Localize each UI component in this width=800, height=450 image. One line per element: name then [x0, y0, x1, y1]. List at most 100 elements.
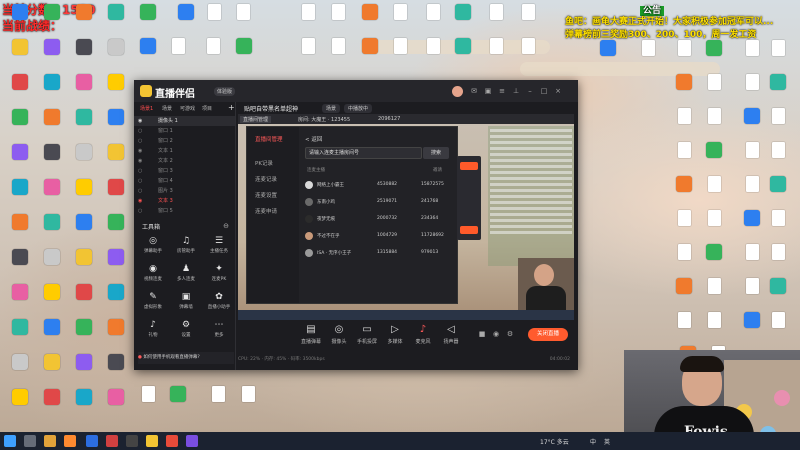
layer-item[interactable]: ○ 窗口 2 — [134, 136, 235, 146]
desktop-icon[interactable] — [758, 176, 798, 210]
layer-item[interactable]: ◉ 文本 2 — [134, 156, 235, 166]
control-button[interactable]: ◁ 扬声器 — [434, 324, 468, 345]
room-manage-tab[interactable]: 直播间管理 — [240, 116, 272, 123]
desktop-icon[interactable] — [96, 249, 136, 283]
desktop-icon[interactable] — [694, 142, 734, 176]
app-icon[interactable] — [126, 435, 138, 447]
visibility-icon[interactable]: ◉ — [138, 196, 142, 206]
pk-side-record[interactable]: PK记录 — [255, 159, 273, 167]
ime-indicator[interactable]: 中 — [590, 437, 596, 446]
layer-item[interactable]: ○ 窗口 4 — [134, 176, 235, 186]
gift-icon[interactable]: ▣ — [484, 87, 492, 95]
tool-button[interactable]: ♟ 多人连麦 — [171, 264, 201, 286]
desktop-icon[interactable] — [223, 4, 263, 38]
visibility-icon[interactable]: ○ — [138, 176, 142, 186]
app-icon[interactable] — [64, 435, 76, 447]
desktop-icon[interactable] — [758, 278, 798, 312]
pk-side-link-record[interactable]: 连麦记录 — [255, 175, 277, 183]
start-icon[interactable] — [4, 435, 16, 447]
tab-project[interactable]: 项目 — [202, 105, 212, 112]
streamer-app-window[interactable]: 直播伴侣 体验版 ✉ ▣ ≡ ⊥ – □ × 场景1 场景 可游戏 项目 + 贴… — [134, 80, 578, 370]
visibility-icon[interactable]: ○ — [138, 206, 142, 216]
tab-scene-1[interactable]: 场景1 — [140, 105, 153, 112]
desktop-icon[interactable] — [694, 210, 734, 244]
side-popup[interactable] — [457, 156, 481, 240]
desktop-icon[interactable] — [96, 214, 136, 248]
pk-panel[interactable]: 直播间管理 PK记录 连麦记录 连麦设置 连麦申请 < 返回 请输入连麦主播房间… — [246, 126, 458, 304]
desktop-icon[interactable] — [694, 74, 734, 108]
layer-item[interactable]: ○ 窗口 5 — [134, 206, 235, 216]
pin-icon[interactable]: ⊥ — [512, 87, 520, 95]
tool-button[interactable]: ♪ 礼物 — [138, 320, 168, 342]
scene-pill[interactable]: 场景 — [322, 104, 341, 113]
tool-button[interactable]: ◎ 弹幕助手 — [138, 236, 168, 258]
layer-item[interactable]: ◉ 文本 3 — [134, 196, 235, 206]
mail-icon[interactable]: ✉ — [470, 87, 478, 95]
pk-anchor-row[interactable]: 不过不在乎 1004729 11728692 — [303, 230, 453, 242]
visibility-icon[interactable]: ◉ — [138, 116, 142, 126]
desktop-icon[interactable] — [694, 244, 734, 278]
desktop-icon[interactable] — [128, 4, 168, 38]
pk-anchor-row[interactable]: 东南小鸡 2519071 241768 — [303, 196, 453, 208]
add-scene-icon[interactable]: + — [228, 103, 235, 112]
desktop-icon[interactable] — [158, 386, 198, 420]
app-titlebar[interactable]: 直播伴侣 体验版 ✉ ▣ ≡ ⊥ – □ × — [134, 80, 578, 102]
pk-anchor-row[interactable]: ISA · 无序小王子 1315884 979013 — [303, 247, 453, 259]
visibility-icon[interactable]: ○ — [138, 136, 142, 146]
desktop-icon[interactable] — [694, 176, 734, 210]
search-button[interactable]: 搜索 — [423, 147, 449, 159]
room-search-input[interactable]: 请输入连麦主播房间号 — [305, 147, 422, 159]
tool-button[interactable]: ☰ 主播任务 — [204, 236, 234, 258]
desktop-icon[interactable] — [758, 74, 798, 108]
tool-button[interactable]: ⋯ 更多 — [204, 320, 234, 342]
maximize-icon[interactable]: □ — [540, 87, 548, 95]
popup-button[interactable] — [460, 226, 478, 234]
toolbox-settings-icon[interactable]: ⊖ — [222, 222, 230, 230]
desktop-icon[interactable] — [694, 312, 734, 346]
desktop-icon[interactable] — [96, 179, 136, 213]
layer-item[interactable]: ◉ 文本 1 — [134, 146, 235, 156]
desktop-icon[interactable] — [96, 319, 136, 353]
desktop-icon[interactable] — [158, 38, 198, 72]
pk-side-room[interactable]: 直播间管理 — [255, 135, 283, 143]
desktop-icon[interactable] — [694, 278, 734, 312]
desktop-icon[interactable] — [96, 144, 136, 178]
tool-button[interactable]: ♫ 房管助手 — [171, 236, 201, 258]
desktop-icon[interactable] — [694, 108, 734, 142]
minimize-icon[interactable]: – — [526, 87, 534, 95]
settings-icon[interactable]: ⚙ — [506, 330, 514, 338]
visibility-icon[interactable]: ◉ — [138, 146, 142, 156]
desktop-icon[interactable] — [758, 108, 798, 142]
desktop-icon[interactable] — [758, 244, 798, 278]
explorer-icon[interactable] — [44, 435, 56, 447]
layer-item[interactable]: ○ 窗口 1 — [134, 126, 235, 136]
weather-text[interactable]: 17°C 多云 — [540, 437, 569, 446]
desktop-icon[interactable] — [96, 74, 136, 108]
record-icon[interactable]: ■ — [478, 330, 486, 338]
desktop-icon[interactable] — [508, 38, 548, 72]
pk-side-link-apply[interactable]: 连麦申请 — [255, 207, 277, 215]
pk-side-link-settings[interactable]: 连麦设置 — [255, 191, 277, 199]
desktop-icon[interactable] — [628, 40, 668, 74]
desktop-icon[interactable] — [588, 40, 628, 74]
streamer-app-taskbar-icon[interactable] — [146, 435, 158, 447]
desktop-icon[interactable] — [508, 4, 548, 38]
go-live-button[interactable]: 关闭直播 — [528, 328, 568, 341]
tool-button[interactable]: ✿ 直播小助手 — [204, 292, 234, 314]
visibility-icon[interactable]: ◉ — [138, 156, 142, 166]
scene-pill[interactable]: 中播放中 — [344, 104, 373, 113]
desktop-icon[interactable] — [224, 38, 264, 72]
menu-icon[interactable]: ≡ — [498, 87, 506, 95]
tool-button[interactable]: ✎ 虚拟形象 — [138, 292, 168, 314]
layer-item[interactable]: ○ 图片 3 — [134, 186, 235, 196]
task-view-icon[interactable] — [24, 435, 36, 447]
tool-button[interactable]: ⚙ 设置 — [171, 320, 201, 342]
pk-anchor-row[interactable]: 夜梦无痕 2000732 234364 — [303, 213, 453, 225]
app-icon[interactable] — [186, 435, 198, 447]
pk-anchor-row[interactable]: 网络上小霸王 4530882 15872575 — [303, 179, 453, 191]
tool-button[interactable]: ▣ 弹幕墙 — [171, 292, 201, 314]
help-notice[interactable]: ● 如何使用手机观看直播弹幕? — [138, 352, 234, 364]
desktop-icon[interactable] — [228, 386, 268, 420]
close-icon[interactable]: × — [554, 87, 562, 95]
back-button[interactable]: < 返回 — [305, 135, 322, 143]
